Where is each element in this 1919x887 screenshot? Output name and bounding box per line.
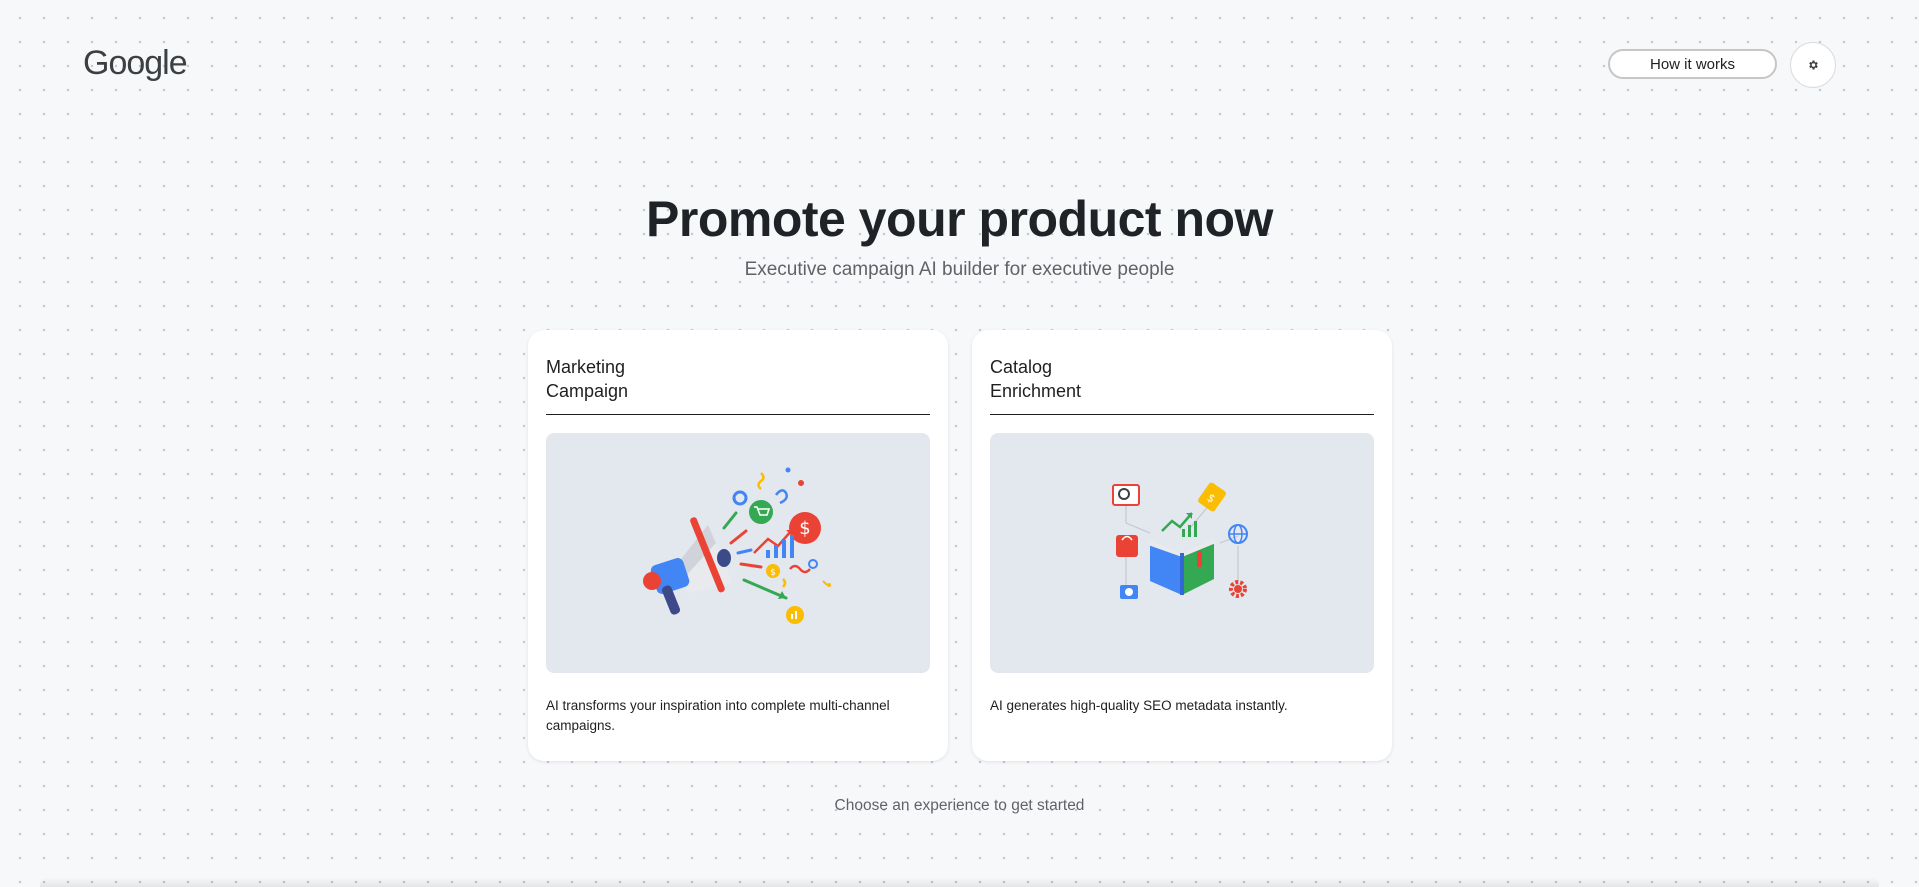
card-title-line: Catalog [990,357,1053,377]
bottom-shadow [40,877,1879,887]
google-logo: Google [83,44,188,82]
card-divider [546,414,930,415]
catalog-enrichment-card[interactable]: Catalog Enrichment $ AI generates high-q… [972,330,1392,761]
book-illustration: $ [990,433,1374,673]
card-title-line: Marketing [546,357,626,377]
gear-icon [1809,60,1818,70]
page-subtitle: Executive campaign AI builder for execut… [744,259,1175,280]
card-title: Catalog Enrichment [990,355,1190,403]
svg-text:$: $ [770,568,776,578]
card-divider [990,414,1374,415]
marketing-campaign-card[interactable]: Marketing Campaign $ $ AI transforms you… [528,330,948,761]
card-description: AI transforms your inspiration into comp… [546,698,890,733]
card-title: Marketing Campaign [546,355,746,403]
svg-text:$: $ [799,518,810,539]
how-it-works-button[interactable]: How it works [1608,49,1777,79]
page-title: Promote your product now [646,191,1273,247]
footer-hint: Choose an experience to get started [834,797,1085,814]
settings-button[interactable] [1790,42,1836,88]
megaphone-icon [643,517,733,615]
book-icon [1148,539,1216,595]
card-title-line: Campaign [546,381,629,401]
card-description: AI generates high-quality SEO metadata i… [990,698,1288,713]
card-title-line: Enrichment [990,381,1082,401]
megaphone-illustration: $ $ [546,433,930,673]
